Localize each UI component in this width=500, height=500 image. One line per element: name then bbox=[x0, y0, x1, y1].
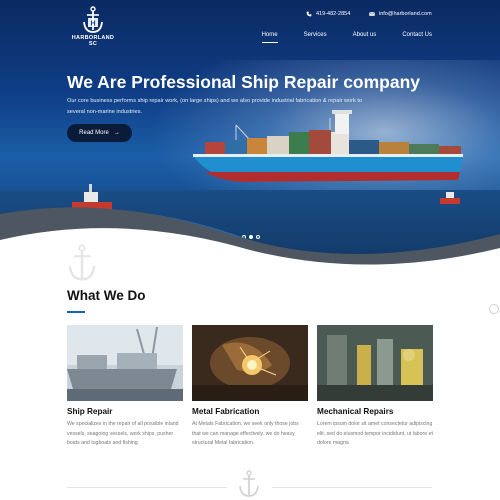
mechanical-repairs-image bbox=[317, 325, 433, 401]
service-card-ship-repair[interactable]: Ship Repair We specializes in the repair… bbox=[67, 325, 183, 449]
email-address: info@harborland.com bbox=[379, 11, 432, 17]
scroll-indicator-icon[interactable] bbox=[489, 304, 499, 314]
nav-home[interactable]: Home bbox=[261, 32, 278, 43]
footer-divider-right bbox=[272, 487, 432, 488]
arrow-right-icon: → bbox=[113, 130, 120, 136]
nav-contact-us[interactable]: Contact Us bbox=[402, 32, 432, 43]
nav-about-us[interactable]: About us bbox=[353, 32, 377, 43]
service-description: At Metals Fabrication, we seek only thos… bbox=[192, 421, 299, 446]
service-title: Mechanical Repairs bbox=[317, 407, 394, 416]
section-title: What We Do bbox=[67, 288, 146, 303]
anchor-logo-icon: H bbox=[83, 6, 103, 33]
service-description: Lorem ipsum dolor sit amet consectetur a… bbox=[317, 421, 433, 446]
phone-number: 419-482-2854 bbox=[316, 11, 351, 17]
ship-repair-image bbox=[67, 325, 183, 401]
footer-divider-left bbox=[67, 487, 227, 488]
brand-logo[interactable]: H HARBORLAND SC bbox=[68, 6, 118, 48]
service-title: Ship Repair bbox=[67, 407, 113, 416]
brand-name: HARBORLAND SC bbox=[71, 35, 115, 47]
metal-fabrication-image bbox=[192, 325, 308, 401]
read-more-label: Read More bbox=[79, 130, 109, 136]
mail-icon bbox=[369, 12, 375, 16]
read-more-button[interactable]: Read More → bbox=[67, 124, 132, 142]
service-description: We specializes in the repair of all poss… bbox=[67, 421, 179, 446]
anchor-watermark-icon bbox=[68, 244, 96, 281]
email-contact[interactable]: info@harborland.com bbox=[369, 11, 432, 17]
svg-text:H: H bbox=[90, 21, 95, 28]
phone-contact[interactable]: 419-482-2854 bbox=[306, 11, 350, 17]
service-title: Metal Fabrication bbox=[192, 407, 260, 416]
phone-icon bbox=[306, 11, 312, 17]
service-card-mechanical-repairs[interactable]: Mechanical Repairs Lorem ipsum dolor sit… bbox=[317, 325, 433, 449]
hero-headline: We Are Professional Ship Repair company bbox=[67, 72, 421, 92]
service-card-metal-fabrication[interactable]: Metal Fabrication At Metals Fabrication,… bbox=[192, 325, 308, 449]
nav-services[interactable]: Services bbox=[304, 32, 327, 43]
main-nav: Home Services About us Contact Us bbox=[261, 32, 432, 43]
hero-subtext: Our core business performs ship repair w… bbox=[67, 98, 363, 115]
footer-anchor-icon bbox=[239, 470, 259, 497]
section-title-underline bbox=[67, 311, 85, 313]
